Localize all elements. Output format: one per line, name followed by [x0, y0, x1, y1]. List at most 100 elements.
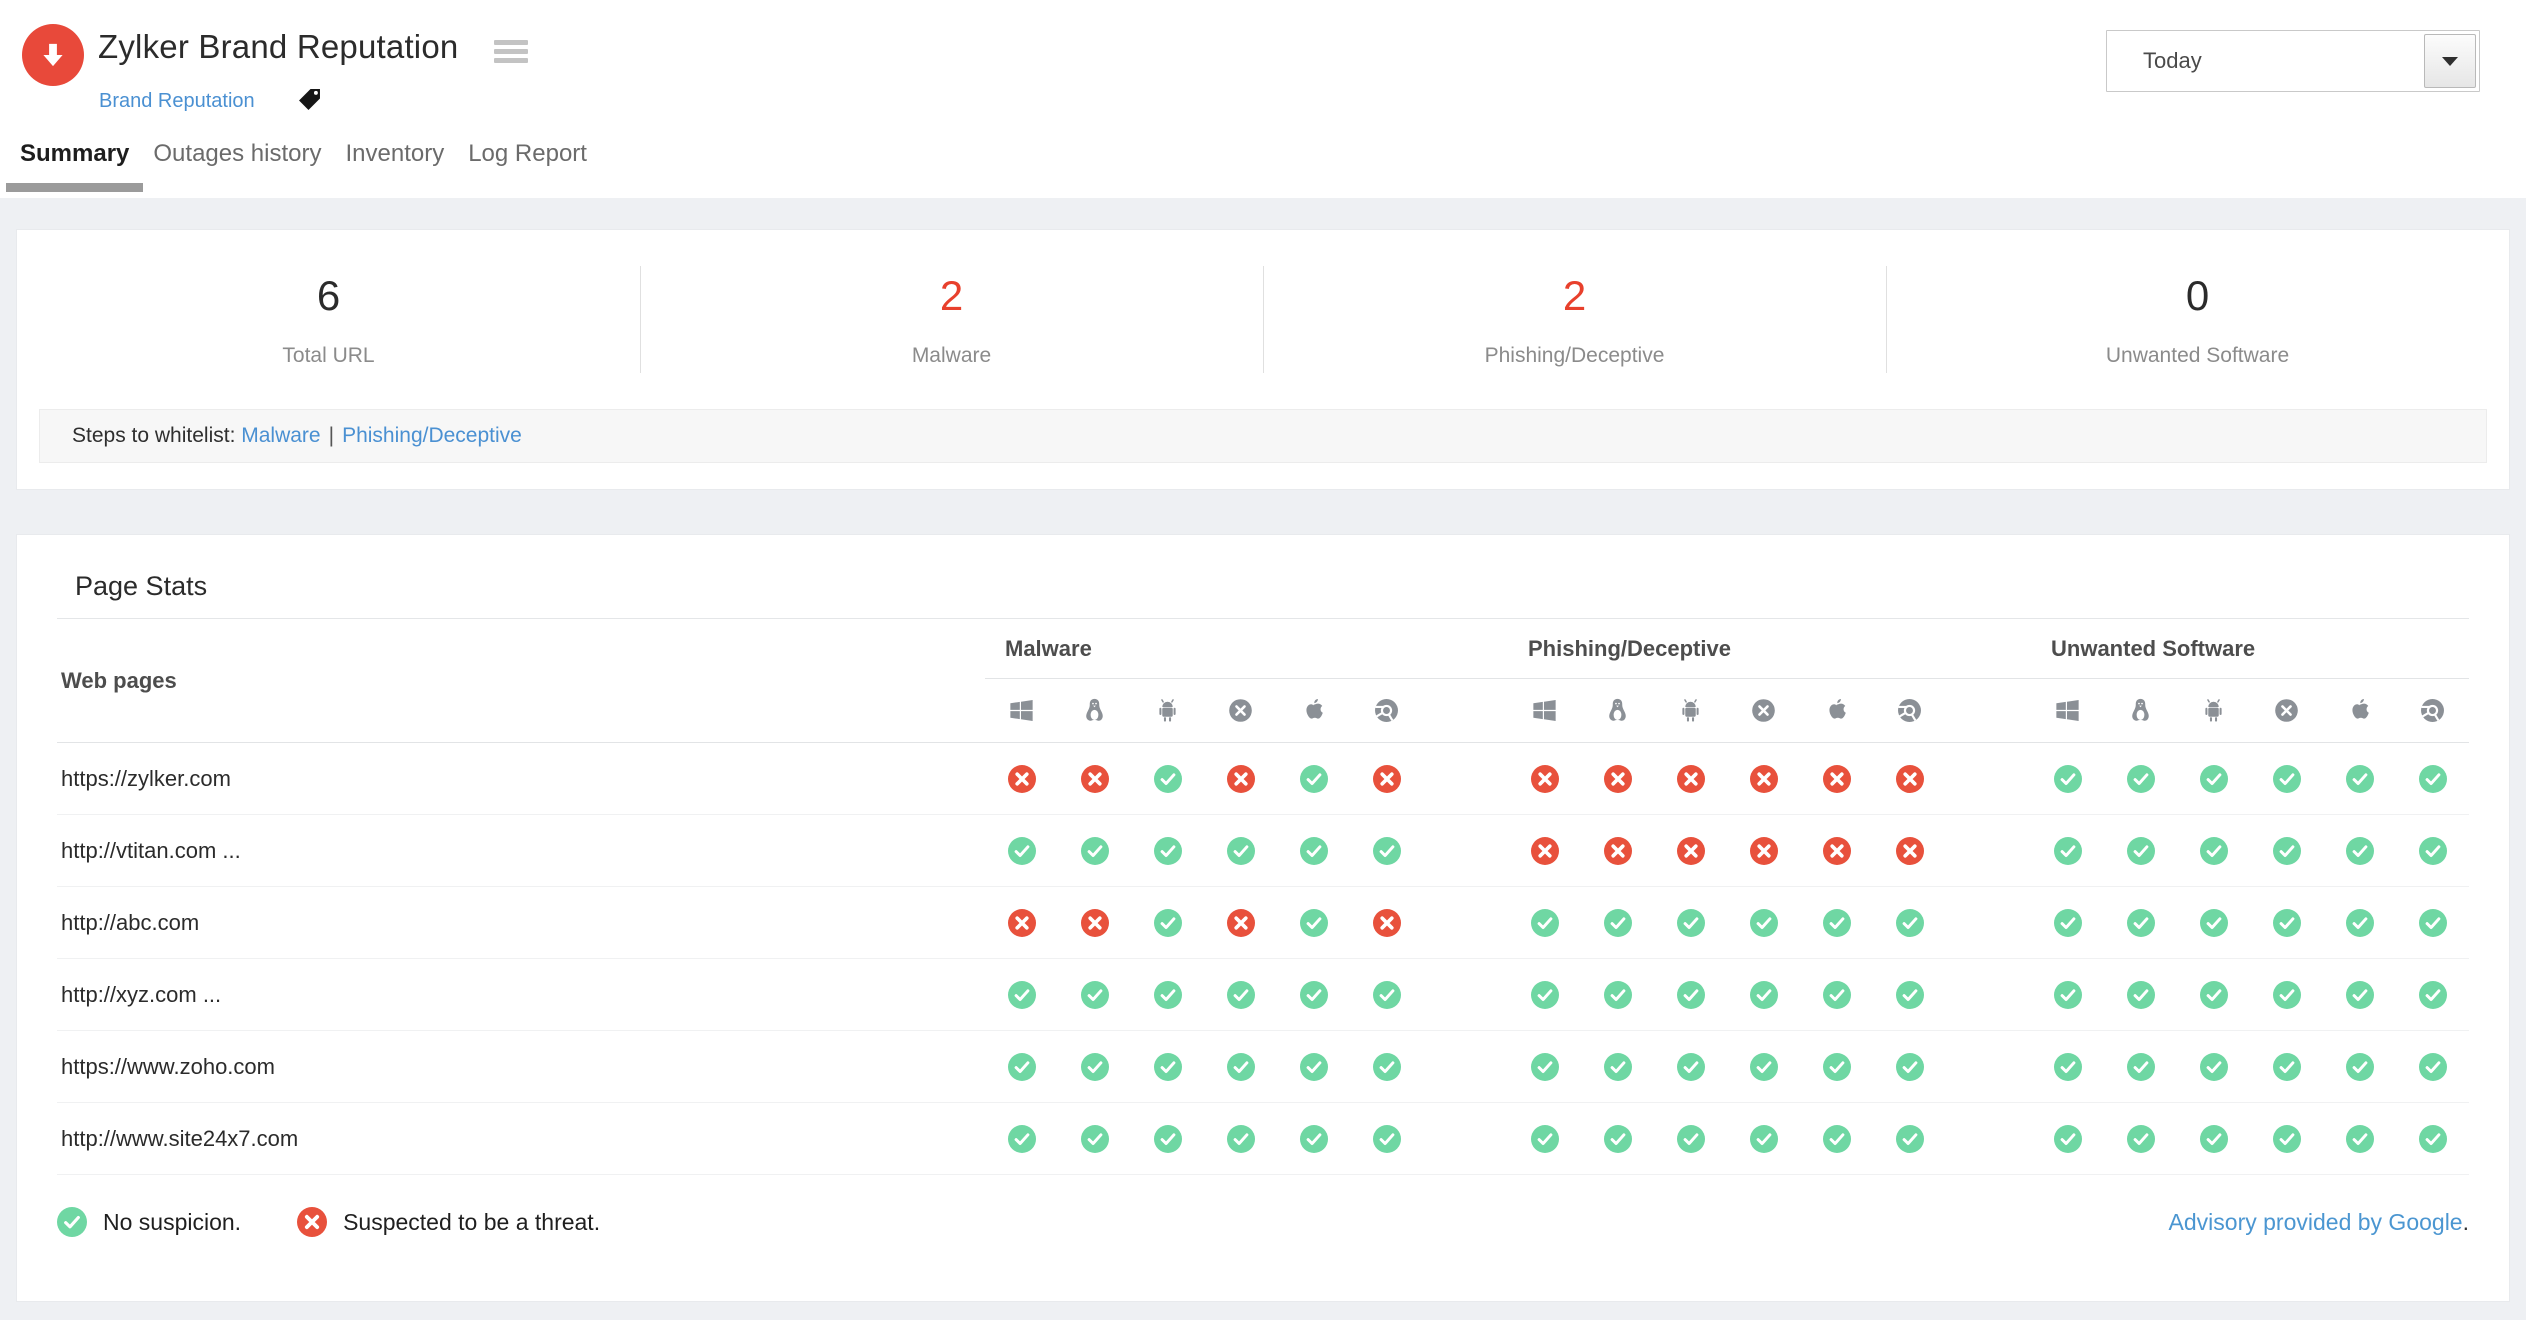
status-cross-icon: [1204, 909, 1277, 937]
webpages-column-header: Web pages: [57, 619, 985, 742]
status-legend: No suspicion. Suspected to be a threat.: [57, 1207, 656, 1237]
table-header-groups: MalwarePhishing/DeceptiveUnwanted Softwa…: [985, 619, 2469, 742]
status-check-icon: [2396, 765, 2469, 793]
platform-icons-unwanted: [2031, 697, 2469, 724]
status-check-icon: [2396, 1125, 2469, 1153]
status-check-icon: [1204, 837, 1277, 865]
status-group-unwanted: [2031, 837, 2469, 865]
status-check-icon: [1350, 1125, 1423, 1153]
stat-label: Unwanted Software: [1886, 344, 2509, 368]
status-check-icon: [1581, 1125, 1654, 1153]
page: Zylker Brand Reputation Brand Reputation…: [0, 0, 2526, 1302]
status-check-icon: [1727, 1125, 1800, 1153]
status-check-icon: [1131, 1053, 1204, 1081]
table-row: http://xyz.com ...: [57, 959, 2469, 1031]
chrome-icon: [1873, 697, 1946, 724]
hamburger-menu-icon[interactable]: [494, 40, 528, 67]
status-check-icon: [2323, 837, 2396, 865]
whitelist-link-malware[interactable]: Malware: [241, 424, 320, 447]
advisory-link[interactable]: Advisory provided by Google: [2169, 1209, 2463, 1235]
linux-icon: [2104, 697, 2177, 724]
webpage-url: http://www.site24x7.com: [57, 1126, 985, 1152]
status-check-icon: [2250, 837, 2323, 865]
status-check-icon: [985, 1125, 1058, 1153]
advisory: Advisory provided by Google.: [2169, 1209, 2469, 1236]
status-cross-icon: [1350, 765, 1423, 793]
stat-unwanted-software: 0Unwanted Software: [1886, 230, 2509, 409]
stat-label: Total URL: [17, 344, 640, 368]
status-check-icon: [1277, 765, 1350, 793]
legend-item-cross: Suspected to be a threat.: [297, 1207, 600, 1237]
apple-icon: [2323, 697, 2396, 724]
status-group-malware: [985, 981, 1423, 1009]
status-check-icon: [1727, 909, 1800, 937]
status-cross-icon: [1581, 837, 1654, 865]
advisory-suffix: .: [2463, 1209, 2469, 1235]
status-check-icon: [1204, 981, 1277, 1009]
status-group-phishing: [1508, 1125, 1946, 1153]
status-cross-icon: [1204, 765, 1277, 793]
webpage-url: http://abc.com: [57, 910, 985, 936]
legend-cross-icon: [297, 1207, 327, 1237]
apple-icon: [1277, 697, 1350, 724]
tab-log-report[interactable]: Log Report: [468, 140, 587, 198]
status-check-icon: [2031, 909, 2104, 937]
status-check-icon: [1800, 981, 1873, 1009]
monitor-type-link[interactable]: Brand Reputation: [99, 90, 255, 113]
stat-value: 2: [640, 275, 1263, 317]
time-range-select[interactable]: Today: [2106, 30, 2480, 92]
status-check-icon: [1581, 1053, 1654, 1081]
table-footer: No suspicion. Suspected to be a threat. A…: [57, 1207, 2469, 1237]
tab-summary[interactable]: Summary: [20, 140, 129, 198]
status-check-icon: [2104, 1053, 2177, 1081]
whitelist-separator: |: [321, 424, 342, 447]
status-check-icon: [1277, 1125, 1350, 1153]
status-check-icon: [1654, 981, 1727, 1009]
status-group-unwanted: [2031, 1053, 2469, 1081]
whitelist-link-phishing-deceptive[interactable]: Phishing/Deceptive: [342, 424, 522, 447]
status-group-phishing: [1508, 909, 1946, 937]
status-check-icon: [1727, 1053, 1800, 1081]
table-row: https://zylker.com: [57, 743, 2469, 815]
status-cross-icon: [1654, 837, 1727, 865]
table-row: http://abc.com: [57, 887, 2469, 959]
status-check-icon: [1277, 837, 1350, 865]
status-check-icon: [985, 837, 1058, 865]
status-cross-icon: [1508, 837, 1581, 865]
group-label-row: MalwarePhishing/DeceptiveUnwanted Softwa…: [985, 619, 2469, 679]
status-check-icon: [1131, 1125, 1204, 1153]
platform-icons-malware: [985, 697, 1423, 724]
status-check-icon: [2177, 1053, 2250, 1081]
status-cross-icon: [1058, 909, 1131, 937]
status-check-icon: [985, 981, 1058, 1009]
status-check-icon: [1058, 981, 1131, 1009]
table-row: https://www.zoho.com: [57, 1031, 2469, 1103]
status-check-icon: [2396, 837, 2469, 865]
legend-item-check: No suspicion.: [57, 1207, 241, 1237]
status-check-icon: [1204, 1125, 1277, 1153]
status-check-icon: [985, 1053, 1058, 1081]
legend-text: Suspected to be a threat.: [343, 1209, 600, 1236]
status-check-icon: [2177, 837, 2250, 865]
status-check-icon: [1204, 1053, 1277, 1081]
status-cross-icon: [985, 765, 1058, 793]
status-check-icon: [2031, 981, 2104, 1009]
tab-inventory[interactable]: Inventory: [345, 140, 444, 198]
summary-stats-card: 6Total URL2Malware2Phishing/Deceptive0Un…: [16, 229, 2510, 490]
tab-outages-history[interactable]: Outages history: [153, 140, 321, 198]
whitelist-prefix: Steps to whitelist:: [72, 424, 235, 447]
status-cross-icon: [1350, 909, 1423, 937]
status-check-icon: [1508, 909, 1581, 937]
status-group-unwanted: [2031, 909, 2469, 937]
status-check-icon: [1727, 981, 1800, 1009]
table-body: https://zylker.comhttp://vtitan.com ...h…: [57, 743, 2469, 1175]
tag-icon[interactable]: [296, 86, 323, 118]
status-check-icon: [2031, 1125, 2104, 1153]
status-check-icon: [1654, 1053, 1727, 1081]
dropdown-arrow-icon[interactable]: [2424, 34, 2476, 88]
status-check-icon: [2323, 1125, 2396, 1153]
status-check-icon: [2250, 765, 2323, 793]
status-check-icon: [1131, 837, 1204, 865]
status-check-icon: [2323, 765, 2396, 793]
platform-icons-phishing: [1508, 697, 1946, 724]
